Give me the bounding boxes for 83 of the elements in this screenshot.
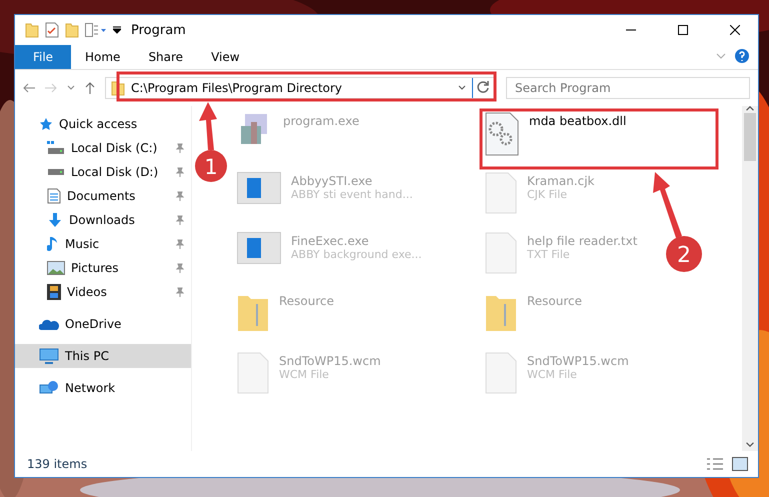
arrow — [199, 102, 217, 150]
application-icon — [237, 172, 281, 204]
document-icon — [47, 188, 61, 204]
number-badge: 2 — [666, 236, 702, 272]
music-note-icon — [47, 236, 59, 252]
minimize-icon — [626, 29, 636, 31]
file-name: AbbyySTI.exe — [291, 174, 374, 188]
file-icon — [485, 172, 517, 214]
dropdown-icon[interactable] — [113, 26, 121, 34]
properties-icon[interactable] — [45, 22, 59, 38]
pin-icon[interactable] — [175, 263, 185, 273]
file-description: WCM File — [527, 368, 578, 381]
file-name: help file reader.txt — [527, 234, 638, 248]
pin-icon[interactable] — [175, 167, 185, 177]
scroll-up-icon[interactable] — [746, 106, 754, 111]
item-count: 139 items — [27, 457, 88, 471]
network-icon — [39, 380, 59, 396]
folder-icon — [25, 22, 39, 38]
drive-icon — [47, 168, 65, 176]
pin-icon[interactable] — [175, 239, 185, 249]
file-name: mda beatbox.dll — [529, 114, 626, 128]
sidebar-item[interactable]: This PC — [15, 344, 191, 368]
pin-icon[interactable] — [175, 191, 185, 201]
scroll-thumb[interactable] — [744, 113, 756, 161]
film-icon — [47, 284, 61, 300]
sidebar-item[interactable]: Documents — [15, 184, 191, 208]
file-name: Resource — [279, 294, 334, 308]
file-description: ABBY sti event hand... — [291, 188, 413, 201]
sidebar-item[interactable]: OneDrive — [15, 312, 191, 336]
file-description: ABBY background exe... — [291, 248, 422, 261]
file-name: SndToWP15.wcm — [527, 354, 629, 368]
maximize-icon — [678, 25, 688, 35]
file-name: SndToWP15.wcm — [279, 354, 381, 368]
pin-icon[interactable] — [175, 215, 185, 225]
cloud-icon — [39, 318, 59, 330]
sidebar-item[interactable]: Downloads — [15, 208, 191, 232]
drive-icon — [47, 141, 65, 155]
file-description: CJK File — [527, 188, 568, 201]
ribbon-tab[interactable]: View — [197, 45, 254, 69]
sidebar-item[interactable]: Quick access — [15, 112, 191, 136]
sidebar-item[interactable]: Pictures — [15, 256, 191, 280]
search-field[interactable]: Search Program — [506, 77, 750, 99]
scroll-down-icon[interactable] — [746, 442, 754, 447]
picture-icon — [47, 261, 65, 275]
sidebar-item[interactable]: Videos — [15, 280, 191, 304]
chevron-down-icon[interactable] — [67, 85, 75, 91]
star-icon — [39, 117, 53, 131]
sidebar-item[interactable]: Local Disk (D:) — [15, 160, 191, 184]
sidebar-item[interactable]: Network — [15, 376, 191, 400]
file-name: program.exe — [283, 114, 360, 128]
file-description: TXT File — [527, 248, 571, 261]
file-description: WCM File — [279, 368, 330, 381]
ribbon-tab[interactable]: Share — [134, 45, 198, 69]
details-view-icon[interactable] — [706, 457, 724, 471]
close-icon — [730, 25, 740, 35]
pin-icon[interactable] — [175, 287, 185, 297]
sidebar-item[interactable]: Music — [15, 232, 191, 256]
number-badge: 1 — [195, 150, 227, 182]
window-title: Program — [131, 22, 187, 38]
chevron-down-icon[interactable] — [458, 85, 466, 91]
file-name: Kraman.cjk — [527, 174, 594, 188]
ribbon-tab[interactable]: Home — [71, 45, 134, 69]
thumbnail-view-icon[interactable] — [732, 457, 748, 471]
sidebar-item[interactable]: Local Disk (C:) — [15, 136, 191, 160]
file-icon — [485, 232, 517, 274]
scrollbar[interactable] — [742, 106, 758, 451]
computer-icon — [39, 348, 59, 364]
pin-icon[interactable] — [175, 143, 185, 153]
file-tab[interactable]: File — [15, 45, 71, 69]
view-icon[interactable] — [85, 23, 107, 37]
gear-file-icon — [485, 112, 519, 156]
file-icon — [485, 352, 517, 394]
file-name: FineExec.exe — [291, 234, 370, 248]
arrow — [653, 172, 682, 238]
address-path: C:\Program Files\Program Directory — [131, 81, 344, 95]
address-bar[interactable]: C:\Program Files\Program Directory — [105, 77, 496, 99]
new-folder-icon — [65, 22, 79, 38]
up-icon[interactable] — [85, 82, 95, 94]
application-icon — [237, 232, 281, 264]
download-icon — [47, 212, 63, 228]
back-icon[interactable] — [23, 83, 35, 93]
file-name: Resource — [527, 294, 582, 308]
file-icon — [237, 352, 269, 394]
